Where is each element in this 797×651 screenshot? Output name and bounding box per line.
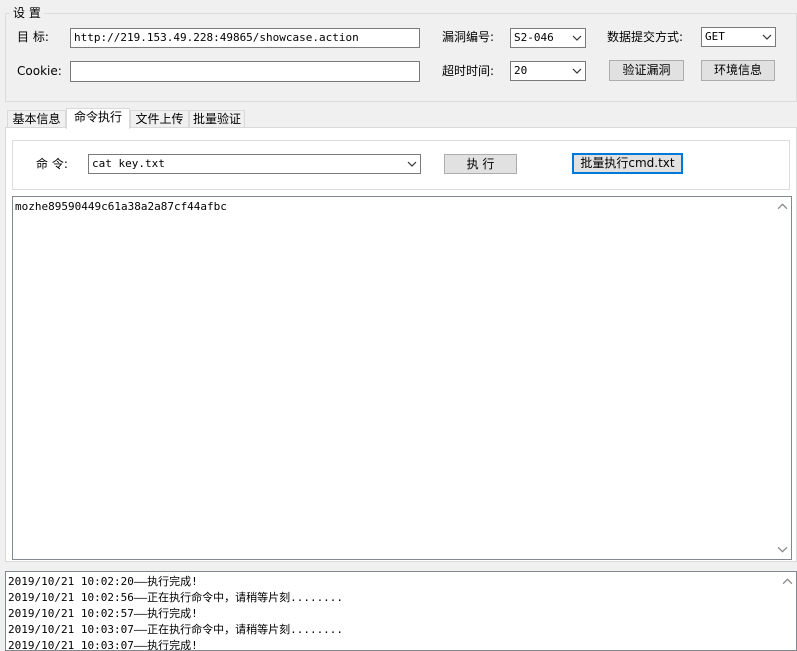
settings-legend: 设 置 [10,5,44,21]
chevron-down-icon [407,161,417,167]
method-value: GET [705,30,725,43]
cookie-label: Cookie: [17,64,62,78]
log-lines: 2019/10/21 10:02:20——执行完成! 2019/10/21 10… [6,572,796,651]
chevron-down-icon [762,34,772,40]
command-value: cat key.txt [92,157,165,170]
vuln-id-label: 漏洞编号: [442,30,495,44]
tab-command-exec[interactable]: 命令执行 [66,108,130,129]
timeout-value: 20 [514,64,528,77]
timeout-label: 超时时间: [442,64,495,78]
command-label: 命 令: [36,157,68,171]
tab-file-upload[interactable]: 文件上传 [130,110,189,128]
method-select[interactable]: GET [701,27,776,47]
chevron-down-icon[interactable] [777,544,788,555]
vuln-id-select[interactable]: S2-046 [510,28,586,48]
log-line: 2019/10/21 10:03:07——执行完成! [8,639,198,651]
chevron-up-icon[interactable] [777,201,788,212]
verify-vuln-button[interactable]: 验证漏洞 [609,60,684,81]
log-line: 2019/10/21 10:02:56——正在执行命令中，请稍等片刻......… [8,591,344,604]
chevron-up-icon[interactable] [782,576,793,587]
log-line: 2019/10/21 10:03:07——正在执行命令中，请稍等片刻......… [8,623,344,636]
chevron-down-icon [572,35,582,41]
chevron-down-icon [572,68,582,74]
log-scrollbar[interactable] [779,572,796,650]
timeout-select[interactable]: 20 [510,61,586,81]
tab-batch-verify[interactable]: 批量验证 [189,110,245,128]
target-url-input[interactable]: http://219.153.49.228:49865/showcase.act… [70,28,420,48]
method-label: 数据提交方式: [607,30,684,44]
tab-basic-info[interactable]: 基本信息 [7,110,66,128]
batch-execute-button[interactable]: 批量执行cmd.txt [572,153,683,174]
log-area[interactable]: 2019/10/21 10:02:20——执行完成! 2019/10/21 10… [5,571,797,651]
command-output-text: mozhe89590449c61a38a2a87cf44afbc [15,200,227,213]
env-info-button[interactable]: 环境信息 [701,60,775,81]
output-scrollbar[interactable] [774,197,791,559]
command-exec-panel: 命 令: cat key.txt 执 行 批量执行cmd.txt mozhe89… [5,127,797,562]
command-output-area[interactable]: mozhe89590449c61a38a2a87cf44afbc [12,196,792,560]
cookie-input[interactable] [70,61,420,82]
settings-group [5,13,797,102]
command-select[interactable]: cat key.txt [88,154,421,174]
log-line: 2019/10/21 10:02:20——执行完成! [8,575,198,588]
target-label: 目 标: [17,30,49,44]
execute-button[interactable]: 执 行 [444,154,517,174]
log-line: 2019/10/21 10:02:57——执行完成! [8,607,198,620]
vuln-id-value: S2-046 [514,31,554,44]
